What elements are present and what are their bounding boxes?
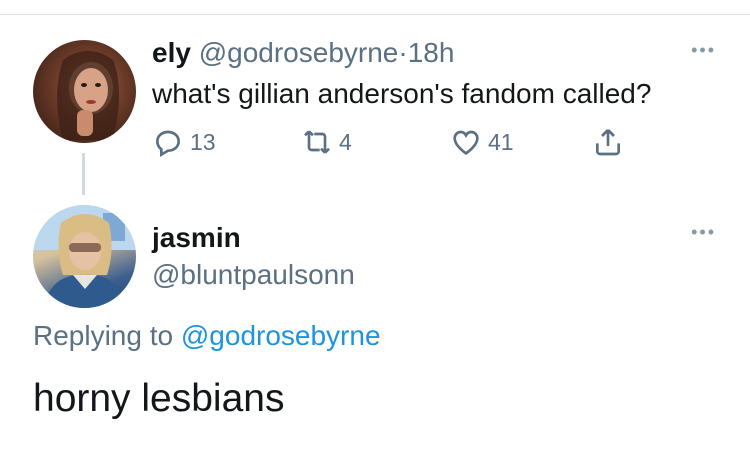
avatar[interactable] xyxy=(33,40,136,143)
reply-button[interactable]: 13 xyxy=(152,126,216,158)
tweet-thread: ely @godrosebyrne·18h ••• what's gillian… xyxy=(0,0,750,456)
more-icon[interactable]: ••• xyxy=(691,40,716,61)
author-handle[interactable]: @godrosebyrne xyxy=(199,37,399,68)
like-icon xyxy=(453,130,479,155)
like-count: 41 xyxy=(488,128,514,155)
top-divider xyxy=(0,14,750,15)
share-icon xyxy=(596,129,620,156)
replying-label: Replying to xyxy=(33,320,174,351)
timestamp[interactable]: 18h xyxy=(408,37,455,68)
author-name[interactable]: jasmin xyxy=(152,221,241,255)
author-name[interactable]: ely xyxy=(152,37,191,68)
reply-count: 13 xyxy=(190,128,216,155)
retweet-count: 4 xyxy=(339,128,352,155)
avatar-image xyxy=(57,51,119,140)
avatar-image xyxy=(33,205,136,308)
author-handle[interactable]: @bluntpaulsonn xyxy=(152,258,355,292)
like-button[interactable]: 41 xyxy=(450,126,514,158)
tweet-header: ely @godrosebyrne·18h xyxy=(152,36,454,70)
more-icon[interactable]: ••• xyxy=(691,222,716,243)
avatar[interactable] xyxy=(33,205,136,308)
thread-line xyxy=(82,153,85,195)
mention-link[interactable]: @godrosebyrne xyxy=(181,320,381,351)
retweet-button[interactable]: 4 xyxy=(301,126,352,158)
replying-to: Replying to @godrosebyrne xyxy=(33,319,381,353)
share-button[interactable] xyxy=(592,126,624,158)
tweet-text: what's gillian anderson's fandom called? xyxy=(152,78,652,109)
retweet-icon xyxy=(304,130,330,154)
separator-dot: · xyxy=(398,37,408,68)
reply-text: horny lesbians xyxy=(33,377,285,420)
tweet-actions: 13 4 41 xyxy=(152,126,652,166)
reply-icon xyxy=(155,130,181,158)
